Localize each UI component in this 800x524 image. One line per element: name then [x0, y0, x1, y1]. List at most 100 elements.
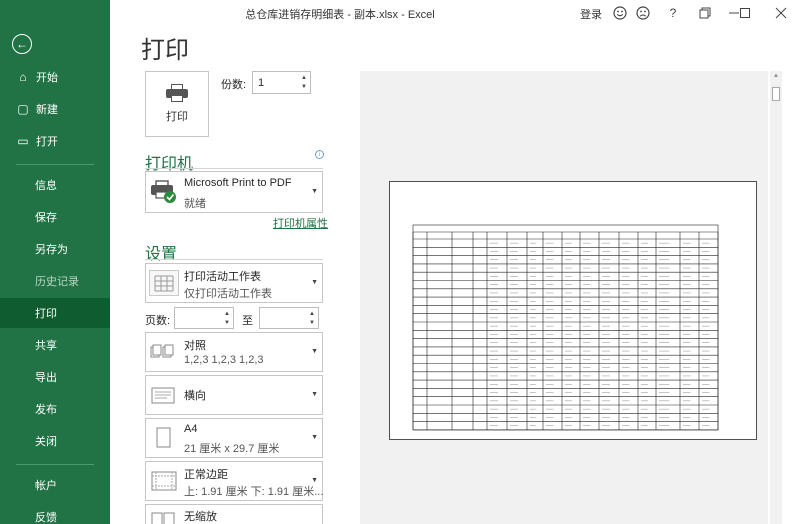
maximize-icon[interactable] [734, 3, 756, 23]
sidebar-item-share[interactable]: 共享 [0, 330, 110, 360]
sidebar-item-save-as[interactable]: 另存为 [0, 234, 110, 264]
sidebar-item-close[interactable]: 关闭 [0, 426, 110, 456]
copies-value: 1 [258, 76, 265, 89]
spin-arrows-icon[interactable]: ▲ ▼ [224, 310, 230, 328]
chevron-down-icon: ▼ [311, 279, 318, 286]
page-title: 打印 [141, 36, 189, 64]
printer-icon [166, 84, 188, 102]
sidebar-item-publish[interactable]: 发布 [0, 394, 110, 424]
landscape-icon [149, 382, 179, 408]
sidebar-item-print[interactable]: 打印 [0, 298, 110, 328]
sidebar-item-label: 打印 [35, 308, 57, 320]
sidebar-divider [16, 164, 94, 165]
printer-ready-icon [149, 179, 179, 205]
sidebar-item-label: 反馈 [35, 512, 57, 524]
orientation-dropdown[interactable]: 横向 ▼ [145, 375, 323, 415]
new-file-icon: ▢ [17, 102, 29, 116]
sidebar-item-label: 另存为 [35, 244, 68, 256]
back-arrow-icon[interactable]: ← [12, 34, 32, 54]
spin-arrows-icon[interactable]: ▲ ▼ [309, 310, 315, 328]
sidebar-item-label: 关闭 [35, 436, 57, 448]
paper-size-title: A4 [184, 423, 198, 435]
preview-gridlines [412, 224, 719, 431]
title-bar: 总仓库进销存明细表 - 副本.xlsx - Excel 登录 ? [110, 0, 800, 26]
preview-page [389, 181, 757, 440]
section-divider [145, 259, 323, 260]
sidebar-item-label: 新建 [36, 104, 58, 116]
window-title: 总仓库进销存明细表 - 副本.xlsx - Excel [245, 9, 435, 21]
sidebar-item-account[interactable]: 帐户 [0, 470, 110, 500]
chevron-down-icon: ▼ [311, 391, 318, 398]
scaling-icon [149, 509, 179, 524]
margins-dropdown[interactable]: 正常边距 上: 1.91 厘米 下: 1.91 厘米... ▼ [145, 461, 323, 501]
sidebar-item-label: 保存 [35, 212, 57, 224]
restore-icon[interactable] [694, 3, 716, 23]
collate-subtitle: 1,2,3 1,2,3 1,2,3 [184, 354, 264, 366]
print-what-subtitle: 仅打印活动工作表 [184, 288, 272, 300]
sidebar-item-home[interactable]: ⌂ 开始 [0, 62, 110, 92]
scaling-title: 无缩放 [184, 511, 217, 523]
pages-label: 页数: [145, 315, 171, 327]
copies-label: 份数: [221, 79, 247, 91]
margins-icon [149, 468, 179, 494]
sidebar-item-label: 开始 [36, 72, 58, 84]
pages-to-label: 至 [242, 315, 253, 327]
sidebar-item-label: 发布 [35, 404, 57, 416]
collate-dropdown[interactable]: 对照 1,2,3 1,2,3 1,2,3 ▼ [145, 332, 323, 372]
paper-size-dropdown[interactable]: A4 21 厘米 x 29.7 厘米 ▼ [145, 418, 323, 458]
print-what-dropdown[interactable]: 打印活动工作表 仅打印活动工作表 ▼ [145, 263, 323, 303]
open-folder-icon: ▭ [17, 134, 29, 148]
sidebar-item-info[interactable]: 信息 [0, 170, 110, 200]
printer-dropdown[interactable]: Microsoft Print to PDF 就绪 ▼ [145, 171, 323, 213]
sidebar-item-new[interactable]: ▢ 新建 [0, 94, 110, 124]
sidebar-item-export[interactable]: 导出 [0, 362, 110, 392]
collate-icon [149, 339, 179, 365]
frown-icon[interactable] [632, 3, 654, 23]
orientation-title: 横向 [184, 390, 206, 402]
print-what-title: 打印活动工作表 [184, 271, 261, 283]
printer-properties-link[interactable]: 打印机属性 [273, 215, 328, 231]
printer-name: Microsoft Print to PDF [184, 177, 292, 189]
preview-scrollbar[interactable]: ▲ [770, 71, 782, 524]
scroll-up-icon[interactable]: ▲ [772, 73, 780, 79]
settings-section-title: 设置 [145, 244, 178, 263]
copies-stepper[interactable]: 1 ▲ ▼ [252, 71, 311, 94]
pages-to-stepper[interactable]: ▲ ▼ [259, 307, 319, 329]
scaling-dropdown[interactable]: 无缩放 [145, 504, 323, 524]
print-button[interactable]: 打印 [145, 71, 209, 137]
sidebar-item-label: 信息 [35, 180, 57, 192]
sidebar-item-label: 共享 [35, 340, 57, 352]
preview-table [412, 224, 719, 431]
login-link[interactable]: 登录 [580, 6, 602, 22]
info-icon[interactable]: i [315, 150, 324, 159]
backstage-sidebar: ← ⌂ 开始 ▢ 新建 ▭ 打开 信息 保存 另存为 历史记录 打印 共享 导出… [0, 0, 110, 524]
print-button-label: 打印 [166, 111, 188, 123]
scroll-thumb[interactable] [772, 87, 780, 101]
sheet-grid-icon [149, 270, 179, 296]
paper-size-subtitle: 21 厘米 x 29.7 厘米 [184, 443, 280, 455]
sidebar-item-feedback[interactable]: 反馈 [0, 502, 110, 524]
collate-title: 对照 [184, 340, 206, 352]
printer-status: 就绪 [184, 198, 206, 210]
sidebar-item-label: 导出 [35, 372, 57, 384]
margins-subtitle: 上: 1.91 厘米 下: 1.91 厘米... [184, 486, 324, 498]
section-divider [145, 168, 323, 169]
pages-from-stepper[interactable]: ▲ ▼ [174, 307, 234, 329]
smiley-icon[interactable] [609, 3, 631, 23]
home-icon: ⌂ [19, 70, 27, 84]
help-icon[interactable]: ? [662, 3, 684, 23]
sidebar-item-label: 历史记录 [35, 276, 79, 288]
chevron-down-icon: ▼ [311, 477, 318, 484]
spin-arrows-icon[interactable]: ▲ ▼ [301, 74, 307, 92]
sidebar-divider [16, 464, 94, 465]
sidebar-item-save[interactable]: 保存 [0, 202, 110, 232]
chevron-down-icon: ▼ [311, 188, 318, 195]
close-icon[interactable] [770, 3, 792, 23]
paper-page-icon [149, 425, 179, 451]
chevron-down-icon: ▼ [311, 348, 318, 355]
sidebar-item-open[interactable]: ▭ 打开 [0, 126, 110, 156]
sidebar-item-label: 帐户 [35, 480, 57, 492]
margins-title: 正常边距 [184, 469, 228, 481]
sidebar-item-history[interactable]: 历史记录 [0, 266, 110, 296]
chevron-down-icon: ▼ [311, 434, 318, 441]
